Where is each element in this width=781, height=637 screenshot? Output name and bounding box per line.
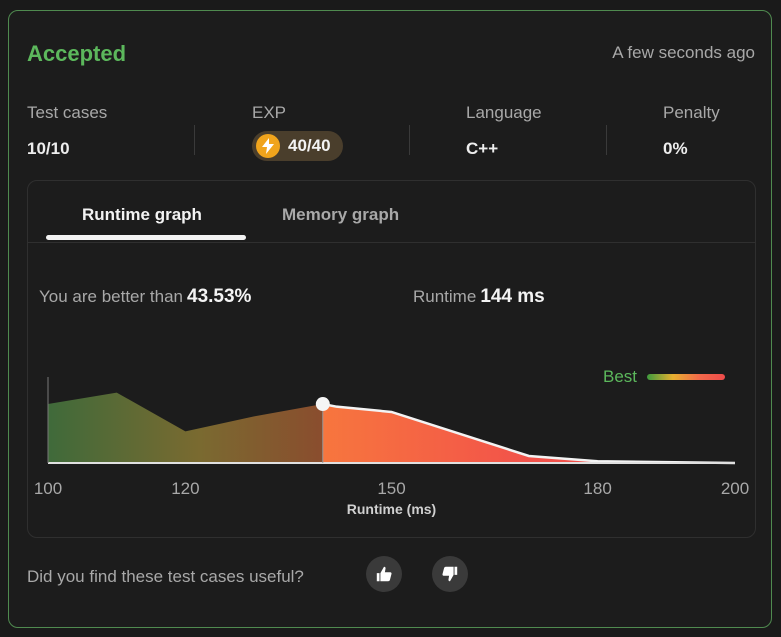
x-tick-label: 120 (171, 479, 199, 496)
stat-label: Test cases (27, 103, 108, 122)
stat-value: 10/10 (27, 139, 70, 158)
graph-tabs: Runtime graph Memory graph (28, 181, 755, 243)
x-tick-label: 100 (34, 479, 62, 496)
status-label: Accepted (27, 41, 127, 66)
stat-label: Penalty (663, 103, 720, 122)
tab-memory-graph[interactable]: Memory graph (282, 205, 399, 225)
stat-label: EXP (252, 103, 287, 122)
runtime-label: Runtime (413, 287, 477, 306)
percentile-metric: You are better than 43.53% (39, 286, 251, 308)
thumbs-up-icon (376, 566, 392, 582)
runtime-value: 144 ms (480, 286, 545, 307)
stat-test-cases: Test cases 10/10 (27, 103, 107, 159)
divider (606, 125, 607, 155)
feedback-question: Did you find these test cases useful? (27, 567, 304, 586)
graph-panel: Runtime graph Memory graph You are bette… (27, 180, 756, 538)
submission-result-card: Accepted A few seconds ago Test cases 10… (8, 10, 772, 628)
submission-time: A few seconds ago (612, 43, 755, 62)
exp-value: 40/40 (288, 136, 331, 155)
stat-value: 0% (663, 139, 688, 158)
area-before-submission (48, 392, 323, 463)
stats-row: Test cases 10/10 EXP 40/40 Language C++ … (9, 103, 771, 163)
stat-penalty: Penalty 0% (663, 103, 720, 159)
percentile-label: You are better than (39, 287, 183, 306)
stat-exp: EXP 40/40 (252, 103, 343, 161)
percentile-value: 43.53% (187, 286, 252, 307)
active-tab-indicator (46, 235, 246, 240)
tab-runtime-graph[interactable]: Runtime graph (82, 205, 202, 225)
thumbs-down-button[interactable] (432, 556, 468, 592)
x-axis-label: Runtime (ms) (346, 501, 437, 517)
divider (194, 125, 195, 155)
x-tick-label: 150 (377, 479, 405, 496)
area-after-submission (322, 404, 735, 463)
runtime-metric: Runtime 144 ms (413, 286, 545, 308)
stat-value: C++ (466, 139, 499, 158)
runtime-chart: 100 120 150 180 200 (34, 377, 749, 496)
thumbs-down-icon (442, 566, 458, 582)
current-runtime-marker (315, 397, 330, 412)
stat-language: Language C++ (466, 103, 542, 159)
x-tick-label: 200 (721, 479, 749, 496)
divider (409, 125, 410, 155)
stat-label: Language (466, 103, 542, 122)
exp-badge: 40/40 (252, 131, 343, 161)
thumbs-up-button[interactable] (366, 556, 402, 592)
lightning-icon (256, 134, 280, 158)
x-tick-label: 180 (583, 479, 611, 496)
